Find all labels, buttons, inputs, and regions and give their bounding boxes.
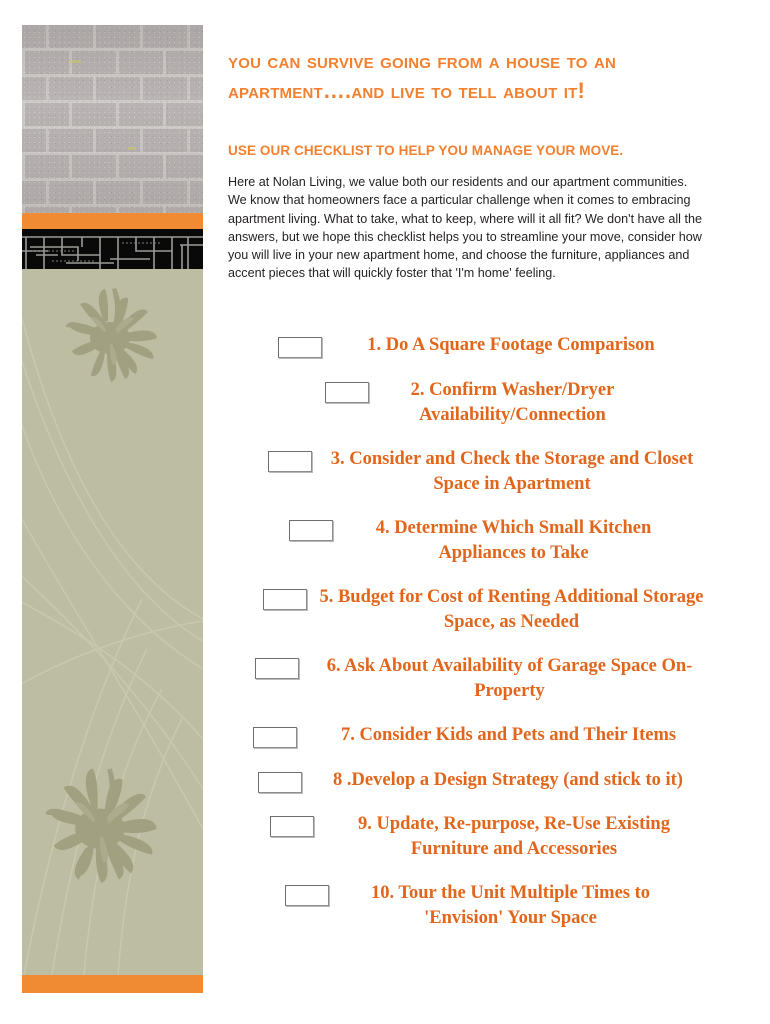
checklist-item-label: 7. Consider Kids and Pets and Their Item… (340, 725, 677, 745)
checkbox-6[interactable] (255, 658, 299, 679)
checklist: 1. Do A Square Footage Comparison 2. Con… (228, 333, 712, 931)
checklist-item-label: 1. Do A Square Footage Comparison (367, 335, 655, 355)
checkbox-cell (270, 812, 314, 837)
checklist-item: 10. Tour the Unit Multiple Times to 'Env… (228, 881, 712, 931)
brick-shading (22, 25, 203, 213)
chrysanthemum-silhouette-upper (66, 288, 157, 382)
checkbox-3[interactable] (268, 451, 312, 472)
checkbox-4[interactable] (289, 520, 333, 541)
checkbox-7[interactable] (253, 727, 297, 748)
checklist-item: 1. Do A Square Footage Comparison (228, 333, 712, 358)
chrysanthemum-silhouette-lower (45, 768, 157, 883)
content-column: You Can Survive Going From a House to an… (228, 46, 708, 283)
checkbox-cell (325, 378, 369, 403)
page-title: You Can Survive Going From a House to an… (228, 48, 617, 103)
checkbox-cell (268, 447, 312, 472)
orange-divider-band-top (22, 213, 203, 229)
checklist-item: 4. Determine Which Small Kitchen Applian… (228, 516, 712, 566)
checkbox-cell (263, 585, 307, 610)
checklist-item-label: 6. Ask About Availability of Garage Spac… (326, 656, 693, 701)
brick-speck (70, 60, 81, 63)
document-page: You Can Survive Going From a House to an… (0, 0, 770, 1024)
brick-wall-image (22, 25, 203, 213)
decorative-sidebar (22, 25, 203, 1003)
sage-green-panel (22, 269, 203, 975)
black-geometric-band (22, 229, 203, 269)
checklist-item-label: 9. Update, Re-purpose, Re-Use Existing F… (358, 814, 670, 859)
checklist-item-label: 5. Budget for Cost of Renting Additional… (319, 587, 704, 632)
sage-panel-artwork (22, 288, 203, 975)
checkbox-cell (253, 723, 297, 748)
checklist-item: 3. Consider and Check the Storage and Cl… (228, 447, 712, 497)
checkbox-5[interactable] (263, 589, 307, 610)
intro-paragraph: Here at Nolan Living, we value both our … (228, 175, 702, 281)
checklist-item-label: 3. Consider and Check the Storage and Cl… (330, 449, 694, 494)
checklist-item: 6. Ask About Availability of Garage Spac… (228, 654, 712, 704)
checkbox-8[interactable] (258, 772, 302, 793)
brick-speck (128, 147, 136, 150)
checklist-item: 9. Update, Re-purpose, Re-Use Existing F… (228, 812, 712, 862)
checklist-item-label: 10. Tour the Unit Multiple Times to 'Env… (370, 883, 651, 928)
checklist-item-label: 2. Confirm Washer/Dryer Availability/Con… (410, 380, 615, 425)
checklist-item: 5. Budget for Cost of Renting Additional… (228, 585, 712, 635)
checklist-item-label: 4. Determine Which Small Kitchen Applian… (375, 518, 652, 563)
checkbox-1[interactable] (278, 337, 322, 358)
geometric-line-pattern (22, 236, 203, 269)
checklist-item: 2. Confirm Washer/Dryer Availability/Con… (228, 378, 712, 428)
checkbox-10[interactable] (285, 885, 329, 906)
checklist-item: 7. Consider Kids and Pets and Their Item… (228, 723, 712, 748)
checklist-item-label: 8 .Develop a Design Strategy (and stick … (333, 770, 683, 790)
checklist-item: 8 .Develop a Design Strategy (and stick … (228, 768, 712, 793)
checkbox-2[interactable] (325, 382, 369, 403)
checkbox-cell (285, 881, 329, 906)
checkbox-cell (289, 516, 333, 541)
subheading: USE OUR CHECKLIST TO HELP YOU MANAGE YOU… (228, 143, 624, 158)
orange-divider-band-bottom (22, 975, 203, 993)
checkbox-9[interactable] (270, 816, 314, 837)
checkbox-cell (278, 333, 322, 358)
checkbox-cell (258, 768, 302, 793)
checkbox-cell (255, 654, 299, 679)
